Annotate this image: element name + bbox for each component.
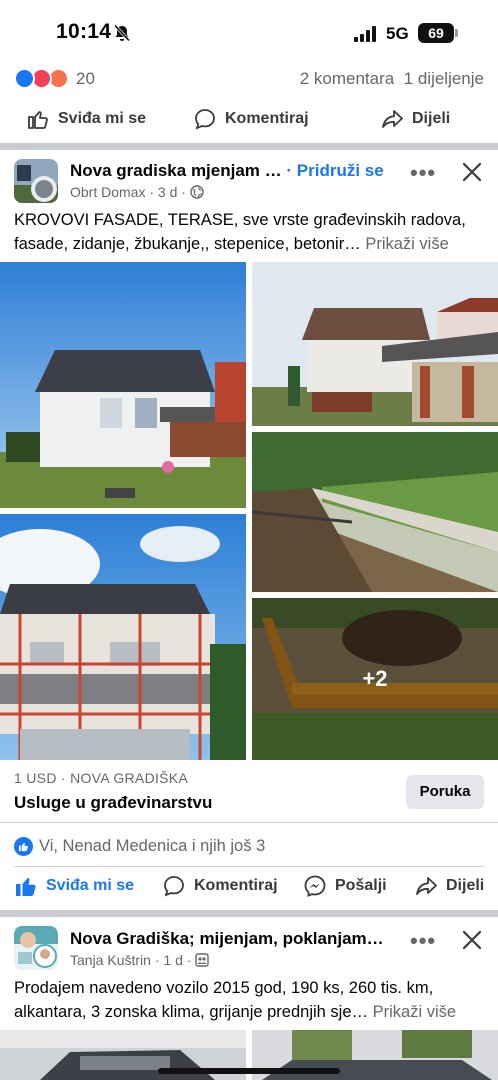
post-photo-2[interactable] <box>252 262 498 426</box>
previous-post-actions: Sviđa mi se Komentiraj Dijeli <box>0 98 498 140</box>
thumbs-up-filled-icon <box>16 878 36 896</box>
message-button[interactable]: Poruka <box>406 775 484 809</box>
share-button[interactable]: Dijeli <box>414 865 484 907</box>
post-photo-4[interactable] <box>0 514 246 760</box>
status-time: 10:14 <box>56 20 112 43</box>
battery-tip <box>455 29 458 37</box>
listing-price-location: 1 USD · NOVA GRADIŠKA <box>14 770 189 786</box>
comment-label: Komentiraj <box>194 877 278 894</box>
group-avatar[interactable] <box>14 926 58 970</box>
divider <box>0 822 498 823</box>
group-name[interactable]: Nova Gradiška; mijenjam, poklanjam… <box>70 929 384 949</box>
comment-button[interactable]: Komentiraj <box>162 865 278 907</box>
author-name[interactable]: Tanja Kuštrin <box>70 952 151 968</box>
post-photo-1[interactable] <box>0 262 246 508</box>
send-button[interactable]: Pošalji <box>303 865 387 907</box>
like-button[interactable]: Sviđa mi se <box>26 98 146 140</box>
share-label: Dijeli <box>412 110 451 127</box>
comment-icon <box>164 876 184 897</box>
more-options-icon[interactable]: ••• <box>410 928 436 954</box>
comment-label: Komentiraj <box>225 110 309 127</box>
post-header-title: Nova gradiska mjenjam … · Pridruži se <box>70 161 384 181</box>
messenger-icon <box>304 875 326 897</box>
comment-icon <box>195 109 215 130</box>
cellular-signal-icon <box>354 26 376 42</box>
group-members-icon <box>195 953 210 967</box>
reaction-count[interactable]: 20 <box>76 69 95 89</box>
post-meta: Tanja Kuštrin · 1 d · <box>70 952 210 968</box>
see-more-link[interactable]: Prikaži više <box>365 235 448 253</box>
feed-separator <box>0 910 498 917</box>
thumbs-up-icon <box>28 111 48 129</box>
send-label: Pošalji <box>335 877 387 894</box>
join-group-link[interactable]: · Pridruži se <box>286 161 383 180</box>
share-icon <box>382 110 403 128</box>
group-avatar[interactable] <box>14 159 58 203</box>
close-icon[interactable] <box>461 929 483 951</box>
comments-shares-count[interactable]: 2 komentara 1 dijeljenje <box>300 69 484 89</box>
like-reaction-icon <box>14 68 35 89</box>
likes-text: Vi, Nenad Medenica i njih još 3 <box>39 836 266 855</box>
group-name[interactable]: Nova gradiska mjenjam … <box>70 161 282 180</box>
like-label: Sviđa mi se <box>46 877 135 894</box>
listing-title[interactable]: Usluge u građevinarstvu <box>14 793 212 813</box>
previous-post-reactions[interactable]: 20 2 komentara 1 dijeljenje <box>14 66 484 92</box>
post-body: Prodajem navedeno vozilo 2015 god, 190 k… <box>14 979 434 1021</box>
author-name[interactable]: Obrt Domax <box>70 184 145 200</box>
globe-icon <box>190 185 204 199</box>
post-time[interactable]: 1 d <box>163 952 182 968</box>
like-reaction-icon <box>14 836 33 856</box>
post-text: KROVOVI FASADE, TERASE, sve vrste građev… <box>14 208 488 256</box>
marketplace-listing[interactable]: 1 USD · NOVA GRADIŠKA Usluge u građevina… <box>0 764 498 822</box>
network-type: 5G <box>386 24 409 43</box>
status-bar: 10:14 5G 69 <box>0 0 498 62</box>
like-label: Sviđa mi se <box>58 110 147 127</box>
post-photo-5[interactable]: +2 <box>252 598 498 760</box>
comment-button[interactable]: Komentiraj <box>193 98 309 140</box>
see-more-link[interactable]: Prikaži više <box>373 1003 456 1021</box>
home-indicator <box>158 1068 340 1074</box>
post-actions: Sviđa mi se Komentiraj Pošalji Dijeli <box>0 865 498 907</box>
post-time[interactable]: 3 d <box>158 184 177 200</box>
reaction-icons <box>14 68 74 90</box>
silent-bell-icon <box>113 24 131 42</box>
post-meta: Obrt Domax · 3 d · <box>70 184 204 200</box>
more-photos-overlay[interactable]: +2 <box>252 598 498 760</box>
battery-icon: 69 <box>418 23 454 43</box>
more-options-icon[interactable]: ••• <box>410 160 436 186</box>
share-icon <box>416 877 437 895</box>
post-text: Prodajem navedeno vozilo 2015 god, 190 k… <box>14 976 488 1024</box>
feed-separator <box>0 143 498 150</box>
like-button[interactable]: Sviđa mi se <box>14 865 134 907</box>
share-button[interactable]: Dijeli <box>380 98 450 140</box>
share-label: Dijeli <box>446 877 485 894</box>
post-likes-summary[interactable]: Vi, Nenad Medenica i njih još 3 <box>14 834 265 858</box>
close-icon[interactable] <box>461 161 483 183</box>
post-photo-3[interactable] <box>252 432 498 592</box>
